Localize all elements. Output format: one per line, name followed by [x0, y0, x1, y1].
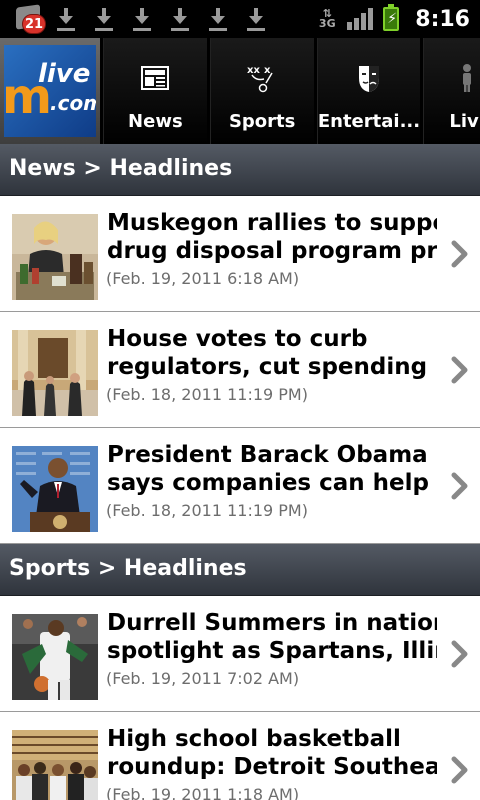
chevron-right-icon	[451, 756, 468, 784]
headline-line: Durrell Summers in national	[107, 610, 437, 636]
notification-icons[interactable]: 21	[12, 4, 276, 34]
newspaper-icon	[104, 60, 207, 96]
article-date: (Feb. 19, 2011 7:02 AM)	[106, 669, 300, 688]
theater-masks-icon	[318, 60, 421, 96]
download-icon	[124, 4, 162, 34]
mlive-logo: mlive.com	[3, 45, 96, 137]
article-thumbnail	[12, 614, 98, 700]
section-title: News > Headlines	[9, 156, 233, 181]
headline-line: House votes to curb	[107, 326, 368, 352]
headline-line: roundup: Detroit Southeas...	[107, 754, 437, 780]
mlive-logo-button[interactable]: mlive.com	[0, 38, 100, 144]
app-notification-icon: 21	[12, 4, 48, 34]
article-date: (Feb. 19, 2011 6:18 AM)	[106, 269, 300, 288]
article-thumbnail	[12, 330, 98, 416]
headline-line: regulators, cut spending	[107, 354, 428, 380]
notification-count: 21	[22, 14, 46, 34]
section-header-news[interactable]: News > Headlines	[0, 144, 480, 196]
tab-sports[interactable]: xx x Sports	[209, 38, 314, 144]
tab-label: Sports	[228, 111, 296, 132]
section-header-sports[interactable]: Sports > Headlines	[0, 544, 480, 596]
signal-strength-icon	[347, 8, 374, 30]
article-date: (Feb. 19, 2011 1:18 AM)	[106, 785, 300, 800]
list-item[interactable]: High school basketball roundup: Detroit …	[0, 713, 480, 800]
headline-line: says companies can help t...	[107, 470, 437, 496]
download-icon	[238, 4, 276, 34]
article-thumbnail	[12, 214, 98, 300]
article-headline: House votes to curb regulators, cut spen…	[107, 325, 437, 381]
tab-label: Liv	[449, 111, 479, 132]
headline-line: drug disposal program pro...	[107, 238, 437, 264]
download-icon	[200, 4, 238, 34]
chevron-right-icon	[451, 472, 468, 500]
clock: 8:16	[415, 6, 470, 32]
svg-text:x: x	[264, 65, 271, 76]
svg-text:xx: xx	[247, 65, 260, 76]
tab-news[interactable]: News	[102, 38, 207, 144]
network-type-indicator: ⇅ 3G	[318, 7, 336, 30]
article-headline: Durrell Summers in national spotlight as…	[107, 609, 437, 665]
article-date: (Feb. 18, 2011 11:19 PM)	[106, 501, 308, 520]
download-icon	[86, 4, 124, 34]
tab-label: Entertai...	[317, 111, 421, 132]
playbook-icon: xx x	[211, 60, 314, 96]
download-icon	[48, 4, 86, 34]
headline-line: spotlight as Spartans, Illini...	[107, 638, 437, 664]
chevron-right-icon	[451, 240, 468, 268]
list-item[interactable]: House votes to curb regulators, cut spen…	[0, 313, 480, 428]
article-headline: President Barack Obama says companies ca…	[107, 441, 437, 497]
battery-charging-icon: ⚡	[383, 4, 400, 31]
list-item[interactable]: Durrell Summers in national spotlight as…	[0, 597, 480, 712]
headline-line: High school basketball	[107, 726, 401, 752]
section-title: Sports > Headlines	[9, 556, 247, 581]
headline-line: Muskegon rallies to support	[107, 210, 437, 236]
list-item[interactable]: President Barack Obama says companies ca…	[0, 429, 480, 544]
person-icon	[424, 60, 480, 96]
chevron-right-icon	[451, 640, 468, 668]
status-bar: 21 ⇅ 3G ⚡ 8:16	[0, 0, 480, 38]
article-headline: High school basketball roundup: Detroit …	[107, 725, 437, 781]
chevron-right-icon	[451, 356, 468, 384]
tab-living[interactable]: Liv	[423, 38, 480, 144]
category-nav-bar: mlive.com News xx x Sports	[0, 38, 480, 144]
article-headline: Muskegon rallies to support drug disposa…	[107, 209, 437, 265]
article-thumbnail	[12, 730, 98, 800]
headline-line: President Barack Obama	[107, 442, 428, 468]
download-icon	[162, 4, 200, 34]
article-thumbnail	[12, 446, 98, 532]
article-date: (Feb. 18, 2011 11:19 PM)	[106, 385, 308, 404]
tab-entertainment[interactable]: Entertai...	[316, 38, 421, 144]
tab-label: News	[128, 111, 183, 132]
list-item[interactable]: Muskegon rallies to support drug disposa…	[0, 197, 480, 312]
